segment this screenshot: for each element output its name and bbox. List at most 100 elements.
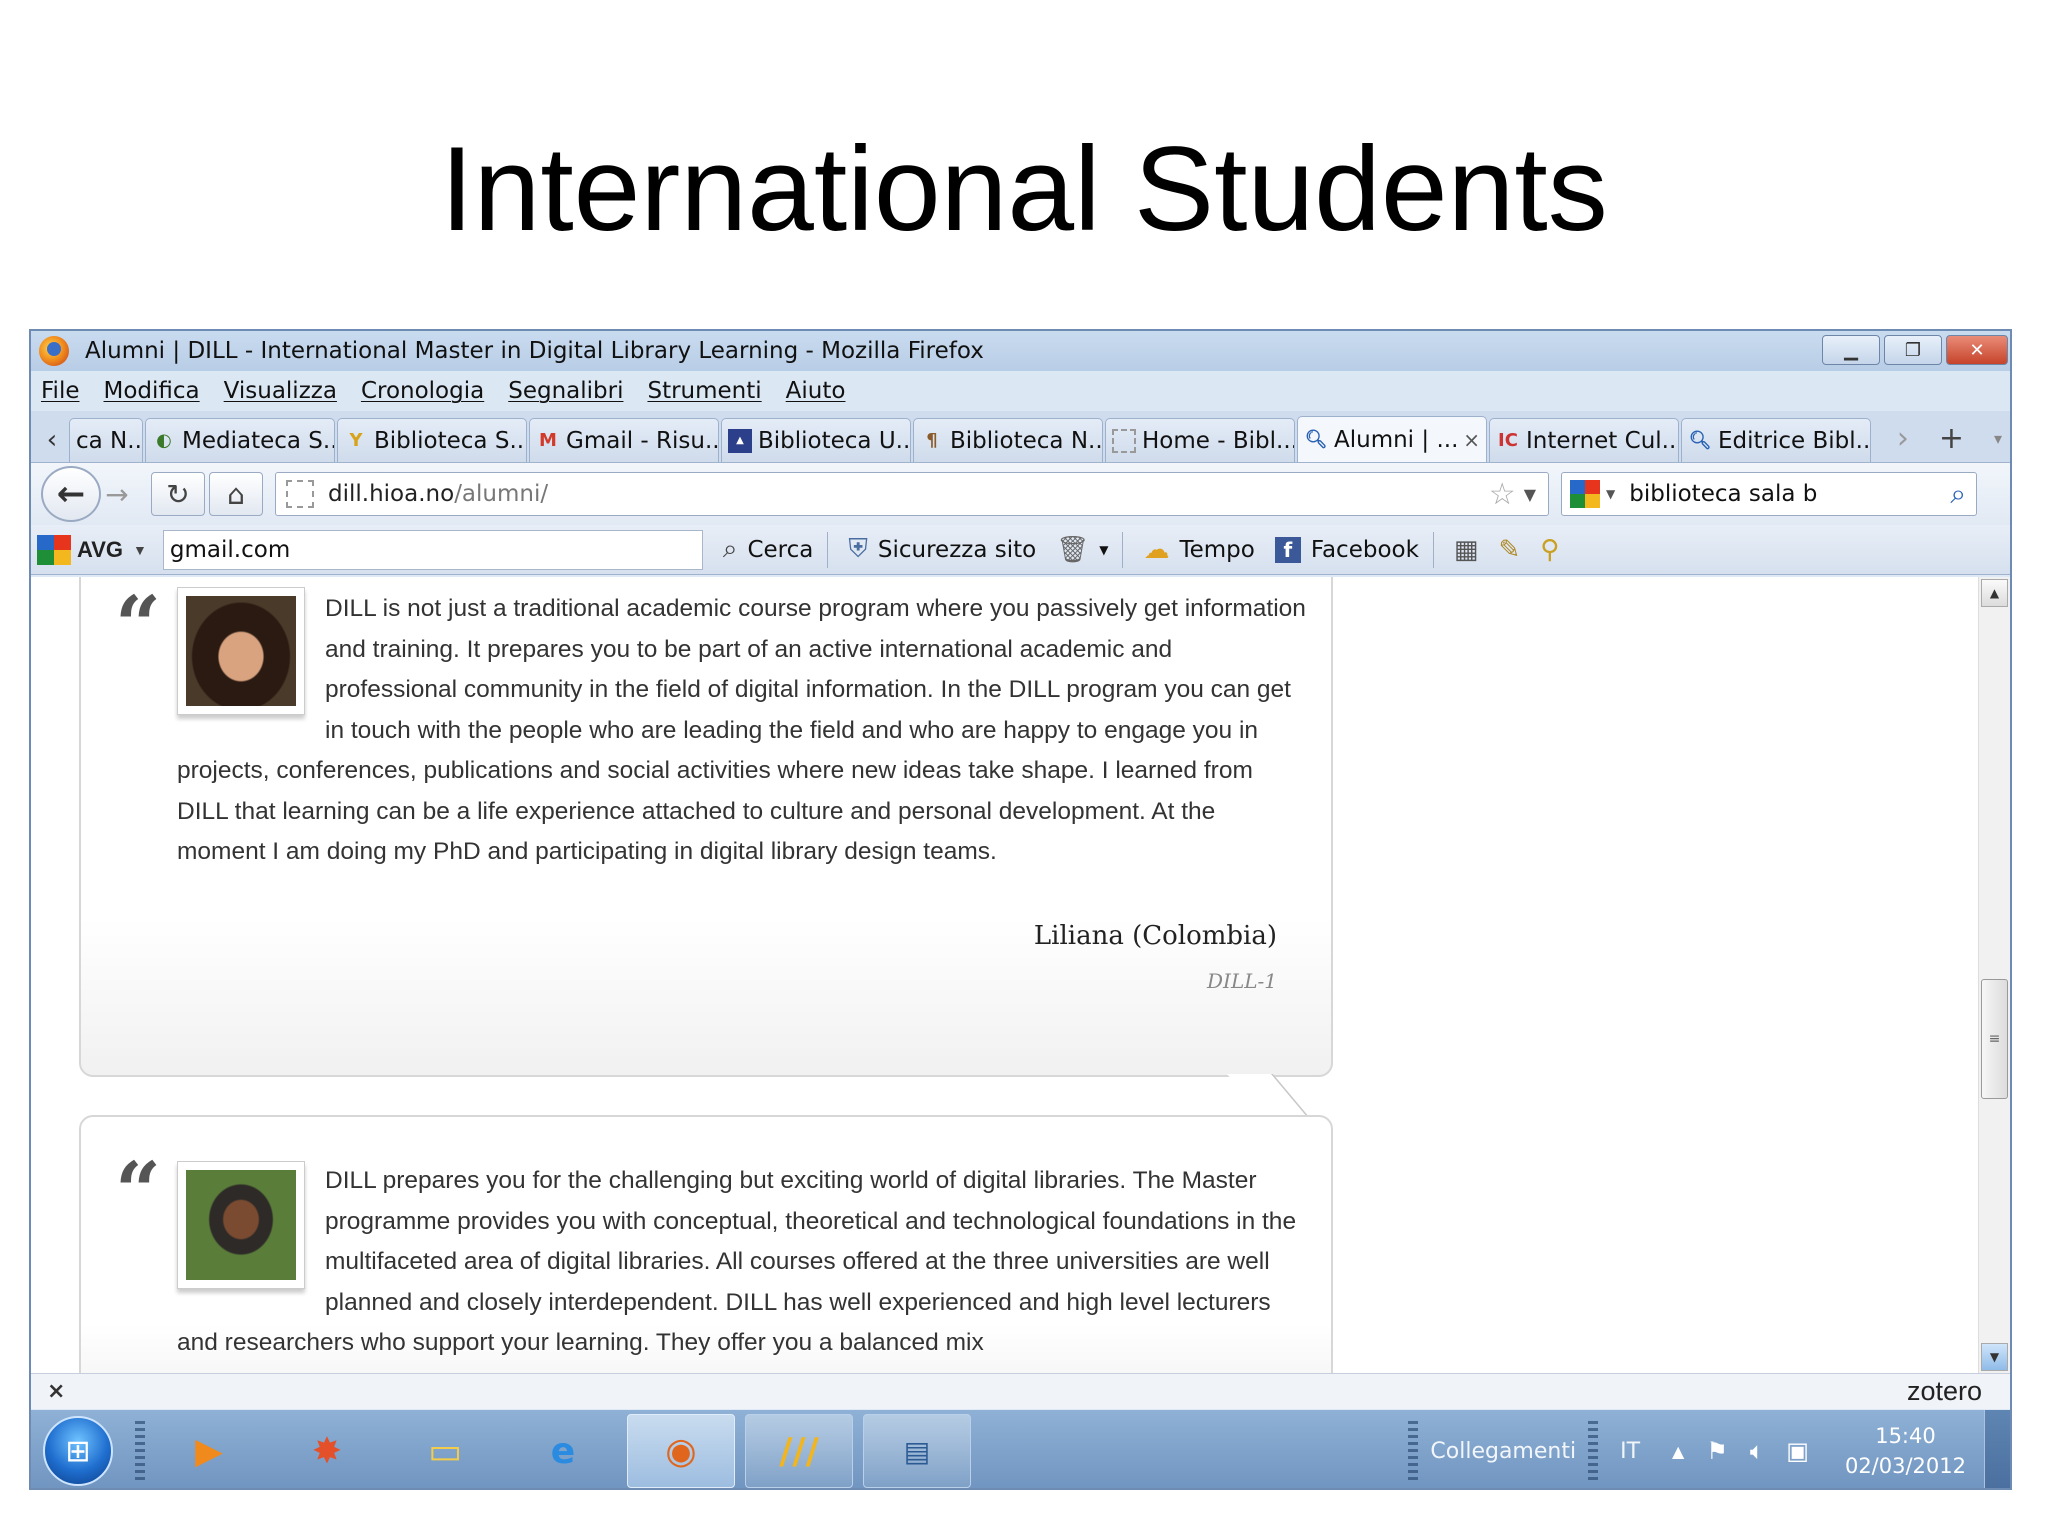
taskbar: ⊞ ▶ ✸ ▭ e ◉ /// ▤ Collegamenti IT ▲ ⚑ 🔈︎… <box>31 1410 2010 1488</box>
restore-button[interactable]: ❐ <box>1884 335 1942 365</box>
calculator-icon: ▦ <box>1453 534 1479 565</box>
tab-list-icon[interactable]: ▾ <box>1994 429 2002 448</box>
network-icon[interactable]: ▣ <box>1786 1437 1809 1465</box>
site-safety-button[interactable]: ⛨ Sicurezza sito <box>848 534 1036 565</box>
trash-dropdown-icon[interactable]: ▼ <box>1099 543 1108 557</box>
avg-search-button[interactable]: ⌕ Cerca <box>723 534 813 565</box>
show-hidden-icons-icon[interactable]: ▲ <box>1672 1442 1684 1461</box>
tab[interactable]: ¶ Biblioteca N... <box>913 418 1103 462</box>
menu-aiuto[interactable]: Aiuto <box>786 378 846 404</box>
scroll-up-icon[interactable]: ▲ <box>1981 579 2008 607</box>
url-bar[interactable]: dill.hioa.no/alumni/ ☆ ▼ <box>275 472 1549 516</box>
clock-time: 15:40 <box>1875 1424 1936 1448</box>
volume-icon[interactable]: 🔈︎ <box>1750 1437 1764 1465</box>
addon-bar: × zotero <box>31 1373 2010 1409</box>
clock[interactable]: 15:40 02/03/2012 <box>1845 1421 1966 1481</box>
site-identity-icon[interactable] <box>286 480 314 508</box>
weather-button[interactable]: ☁ Tempo <box>1143 535 1254 565</box>
search-bar[interactable]: ▼ biblioteca sala b ⌕ <box>1561 472 1977 516</box>
bookmark-star-icon[interactable]: ☆ <box>1489 477 1516 512</box>
tab[interactable]: 🔍︎ Editrice Bibl... <box>1681 418 1871 462</box>
avg-dropdown-icon[interactable]: ▼ <box>133 542 147 558</box>
facebook-icon: f <box>1274 536 1301 563</box>
firefox-icon[interactable] <box>39 336 69 366</box>
reload-button[interactable]: ↻ <box>151 472 205 516</box>
start-button[interactable]: ⊞ <box>43 1416 113 1486</box>
menu-cronologia[interactable]: Cronologia <box>361 378 484 404</box>
tab[interactable]: Y Biblioteca S... <box>337 418 527 462</box>
photo-spacer <box>177 1161 325 1316</box>
trash-icon: 🗑︎ <box>1056 534 1090 565</box>
vertical-scrollbar[interactable]: ▲ ≡ ▼ <box>1978 577 2010 1373</box>
trash-button[interactable]: 🗑︎ ▼ <box>1056 535 1108 565</box>
tab-label: Gmail - Risu... <box>566 427 719 454</box>
tab[interactable]: Home - Bibl... <box>1105 418 1295 462</box>
back-forward-group: ← → <box>41 466 137 522</box>
links-toolbar-label[interactable]: Collegamenti <box>1430 1439 1576 1464</box>
forward-button[interactable]: → <box>97 474 137 514</box>
menu-file[interactable]: File <box>41 378 80 404</box>
notepad-button[interactable]: ✎ <box>1499 535 1521 565</box>
find-button[interactable]: ⚲ <box>1540 535 1559 565</box>
scroll-thumb[interactable]: ≡ <box>1981 979 2008 1099</box>
menu-strumenti[interactable]: Strumenti <box>647 378 761 404</box>
search-engine-icon[interactable] <box>1570 480 1600 508</box>
shield-icon: ⛨ <box>848 534 868 564</box>
stripes-app-icon: /// <box>779 1430 819 1472</box>
taskbar-odf-viewer[interactable]: ▤ <box>863 1414 971 1488</box>
taskbar-ie[interactable]: e <box>509 1414 617 1488</box>
quote-icon: “ <box>115 578 162 672</box>
menu-visualizza[interactable]: Visualizza <box>224 378 337 404</box>
tab-active[interactable]: 🔍︎ Alumni | ... × <box>1297 416 1487 462</box>
taskbar-media-player[interactable]: ▶ <box>155 1414 263 1488</box>
media-player-icon: ▶ <box>195 1430 223 1472</box>
scroll-down-icon[interactable]: ▼ <box>1981 1343 2008 1371</box>
minimize-button[interactable]: ▁ <box>1822 335 1880 365</box>
avg-search-input[interactable]: gmail.com <box>162 529 703 570</box>
testimonial-card: “ DILL is not just a traditional academi… <box>79 577 1333 1077</box>
taskbar-explorer[interactable]: ▭ <box>391 1414 499 1488</box>
search-icon: ⌕ <box>722 534 738 564</box>
calculator-button[interactable]: ▦ <box>1454 535 1479 565</box>
avg-logo[interactable]: AVG ▼ <box>37 534 147 565</box>
taskbar-firefox[interactable]: ◉ <box>627 1414 735 1488</box>
back-button[interactable]: ← <box>41 466 101 522</box>
close-button[interactable]: ✕ <box>1946 335 2008 365</box>
tab-close-icon[interactable]: × <box>1463 428 1480 452</box>
new-tab-icon[interactable]: + <box>1939 421 1964 456</box>
language-indicator[interactable]: IT <box>1620 1439 1640 1464</box>
addon-bar-close-icon[interactable]: × <box>47 1379 65 1404</box>
taskbar-app-2[interactable]: ✸ <box>273 1414 381 1488</box>
menu-modifica[interactable]: Modifica <box>104 378 200 404</box>
tab[interactable]: M Gmail - Risu... <box>529 418 719 462</box>
tab[interactable]: ca N... <box>69 418 143 462</box>
search-engine-dropdown-icon[interactable]: ▼ <box>1606 487 1615 501</box>
tab[interactable]: ◐ Mediateca S... <box>145 418 335 462</box>
avg-label: AVG <box>77 536 124 562</box>
tab-scroll-right-icon[interactable]: › <box>1897 421 1909 456</box>
tab-label: Alumni | ... <box>1334 426 1459 453</box>
page-icon <box>1112 428 1136 453</box>
facebook-label: Facebook <box>1310 536 1419 563</box>
search-go-icon[interactable]: ⌕ <box>1950 477 1966 511</box>
search-input[interactable]: biblioteca sala b <box>1629 481 1817 507</box>
zotero-button[interactable]: zotero <box>1907 1376 1982 1407</box>
show-desktop-button[interactable] <box>1984 1410 2010 1488</box>
tab[interactable]: IC Internet Cul... <box>1489 418 1679 462</box>
action-center-flag-icon[interactable]: ⚑ <box>1706 1437 1728 1465</box>
taskbar-grip[interactable] <box>1408 1421 1419 1481</box>
avg-icon <box>37 534 71 565</box>
tab-scroll-left-icon[interactable]: ‹ <box>35 418 69 462</box>
menu-segnalibri[interactable]: Segnalibri <box>508 378 623 404</box>
testimonial-text-block: DILL is not just a traditional academic … <box>177 589 1307 873</box>
tab[interactable]: ▲ Biblioteca U... <box>721 418 911 462</box>
taskbar-grip[interactable] <box>135 1421 145 1481</box>
tab-label: Home - Bibl... <box>1142 427 1295 454</box>
url-dropdown-icon[interactable]: ▼ <box>1524 485 1536 504</box>
search-icon: 🔍︎ <box>1304 429 1328 450</box>
home-button[interactable]: ⌂ <box>209 472 263 516</box>
taskbar-app-6[interactable]: /// <box>745 1414 853 1488</box>
testimonial-text: DILL prepares you for the challenging bu… <box>177 1167 1297 1356</box>
facebook-button[interactable]: f Facebook <box>1274 536 1419 563</box>
taskbar-grip[interactable] <box>1588 1421 1599 1481</box>
